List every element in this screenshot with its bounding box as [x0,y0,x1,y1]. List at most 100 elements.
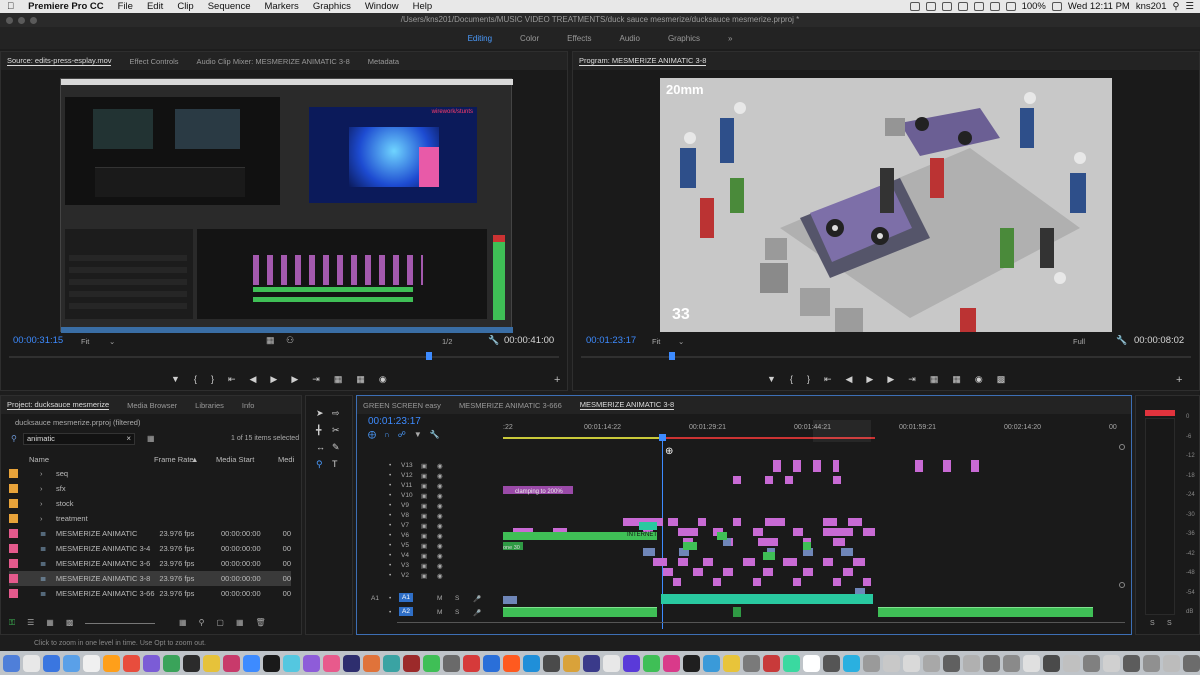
timeline-clip[interactable] [678,528,698,536]
lock-icon[interactable]: ⚿ [9,618,15,628]
dock-app-icon[interactable] [1063,654,1080,672]
zoom-slider[interactable] [85,623,156,628]
video-track-label[interactable]: V7 [401,522,409,529]
eye-icon[interactable]: ◉ [437,552,443,560]
track-lock-icon[interactable]: • [389,609,391,616]
label-color-swatch[interactable] [9,514,18,523]
timeline-clip[interactable] [717,532,727,540]
timeline-clip[interactable] [698,518,706,526]
snap-icon[interactable]: ∩ [384,430,390,439]
sync-lock-icon[interactable]: ▣ [421,522,427,530]
dock-app-icon[interactable] [983,654,1000,672]
eye-icon[interactable]: ◉ [437,482,443,490]
tab-animatic-3-8[interactable]: MESMERIZE ANIMATIC 3-8 [579,400,675,410]
dock-app-icon[interactable] [523,654,540,672]
add-button-icon[interactable]: + [1176,374,1182,386]
column-media-start[interactable]: Media Start [216,455,254,464]
pen-tool-icon[interactable]: ✎ [332,442,348,453]
finder-icon[interactable] [3,654,20,672]
workspace-editing[interactable]: Editing [468,34,492,43]
spotlight-icon[interactable]: ⚲ [1173,1,1180,12]
source-scrubber[interactable] [9,356,559,358]
step-back-icon[interactable]: ◀ [846,374,853,385]
safari-icon[interactable] [43,654,60,672]
chevron-down-icon[interactable]: ⌄ [678,337,684,346]
video-track-label[interactable]: V6 [401,532,409,539]
bin-row[interactable]: › seq [9,466,291,481]
timeline-timecode[interactable]: 00:01:23:17 [368,416,421,427]
dock-app-icon[interactable] [343,654,360,672]
voice-over-icon[interactable]: 🎤 [473,595,481,603]
timeline-clip[interactable] [733,476,741,484]
sync-lock-icon[interactable]: ▣ [421,482,427,490]
track-lock-icon[interactable]: • [389,512,391,519]
sync-lock-icon[interactable]: ▣ [421,492,427,500]
dock-app-icon[interactable] [743,654,760,672]
eye-icon[interactable]: ◉ [437,462,443,470]
menu-markers[interactable]: Markers [258,1,306,12]
timeline-clip[interactable]: one 30 [503,542,523,551]
timeline-clip[interactable] [643,548,655,556]
step-back-icon[interactable]: ◀ [250,374,257,385]
dock-app-icon[interactable] [403,654,420,672]
app-icon[interactable] [123,654,140,672]
menu-sequence[interactable]: Sequence [201,1,258,12]
sequence-row[interactable]: ≣ MESMERIZE ANIMATIC 3-4 23.976 fps 00:00:0… [9,541,291,556]
play-icon[interactable]: ▶ [270,374,277,385]
wrench-icon[interactable]: 🔧 [488,335,499,346]
dock-app-icon[interactable] [643,654,660,672]
battery-percent[interactable]: 100% [1022,1,1046,12]
minimize-window-button[interactable] [18,17,25,24]
program-timecode[interactable]: 00:01:23:17 [586,335,636,346]
timeline-clip[interactable] [753,528,763,536]
dock-app-icon[interactable] [1163,654,1180,672]
eye-icon[interactable]: ◉ [437,502,443,510]
label-color-swatch[interactable] [9,484,18,493]
timeline-clip[interactable] [848,518,862,526]
new-search-bin-icon[interactable]: ▦ [147,434,155,443]
menu-help[interactable]: Help [406,1,440,12]
solo-left-button[interactable]: S [1150,620,1155,627]
dock-app-icon[interactable] [223,654,240,672]
lift-icon[interactable]: ▦ [930,374,939,385]
type-tool-icon[interactable]: T [332,459,348,470]
extract-icon[interactable]: ▦ [952,374,961,385]
timeline-clip[interactable] [793,528,803,536]
export-frame-icon[interactable]: ◉ [379,374,387,385]
dock-app-icon[interactable] [883,654,900,672]
timeline-clip[interactable] [678,558,688,566]
sequence-row[interactable]: ≣ MESMERIZE ANIMATIC 3-8 23.976 fps 00:00:0… [9,571,291,586]
linked-selection-icon[interactable]: ☍ [398,430,406,439]
timeline-clip[interactable] [673,578,681,586]
dock-app-icon[interactable] [723,654,740,672]
timeline-clip[interactable] [723,568,733,576]
source-fit-select[interactable]: Fit [81,337,89,346]
dock-app-icon[interactable] [323,654,340,672]
dock-app-icon[interactable] [1103,654,1120,672]
disclosure-icon[interactable]: › [40,469,56,478]
audio-track-label[interactable]: A1 [399,593,413,602]
timeline-clip[interactable] [713,578,721,586]
menu-clip[interactable]: Clip [170,1,200,12]
dock-app-icon[interactable] [863,654,880,672]
source-playhead[interactable] [426,352,432,360]
timeline-clip[interactable] [823,528,853,536]
dock-app-icon[interactable] [363,654,380,672]
disclosure-icon[interactable]: › [40,514,56,523]
dock-app-icon[interactable] [703,654,720,672]
time-ruler[interactable]: :22 00:01:14:22 00:01:29:21 00:01:44:21 … [503,420,1125,442]
audio-track-label[interactable]: A2 [399,607,413,616]
battery-icon[interactable] [1051,2,1062,11]
tab-source[interactable]: Source: edits-press-esplay.mov [7,56,112,66]
timeline-playhead-handle[interactable] [659,434,666,441]
track-lock-icon[interactable]: • [389,532,391,539]
dock-app-icon[interactable] [923,654,940,672]
timeline-clip[interactable] [833,578,841,586]
timeline-clip[interactable] [833,460,839,472]
track-select-tool-icon[interactable]: ⇨ [332,408,348,419]
delete-icon[interactable]: 🗑 [256,618,266,627]
timeline-clip[interactable] [971,460,979,472]
sequence-row[interactable]: ≣ MESMERIZE ANIMATIC 3-6 23.976 fps 00:00:0… [9,556,291,571]
timeline-clip[interactable] [943,460,951,472]
timeline-clip[interactable] [663,568,673,576]
